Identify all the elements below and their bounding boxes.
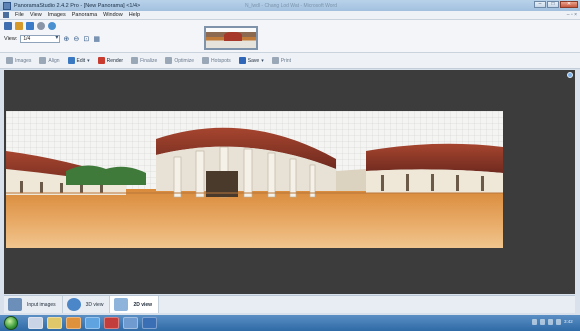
tab-3d-view-label: 3D view: [85, 301, 104, 308]
align-icon: [39, 57, 47, 64]
view-zoom-row: View: 1/4 ⊕ ⊖ ⊡ ▦: [4, 35, 100, 43]
menu-help[interactable]: Help: [129, 12, 140, 18]
tab-3d-view[interactable]: 3D view: [63, 296, 111, 313]
edit-button[interactable]: Edit ▾: [67, 57, 90, 64]
taskbar-app-folder[interactable]: [47, 317, 62, 329]
network-icon[interactable]: [556, 319, 561, 325]
document-icon[interactable]: [3, 12, 9, 18]
maximize-button[interactable]: □: [547, 1, 559, 8]
globe-icon[interactable]: [48, 22, 56, 30]
tab-input-images[interactable]: Input images: [4, 296, 63, 313]
edit-icon: [67, 57, 75, 64]
save-icon[interactable]: [26, 22, 34, 30]
clock[interactable]: 3:42: [564, 319, 576, 325]
panorama-drawing: [6, 111, 503, 248]
view-select[interactable]: 1/4: [20, 35, 61, 43]
finalize-button[interactable]: Finalize: [131, 57, 157, 64]
close-button[interactable]: ✕: [560, 1, 578, 8]
taskbar-app-ie[interactable]: [85, 317, 100, 329]
taskbar-app-panoramastudio[interactable]: [142, 317, 157, 329]
save-button[interactable]: Save ▾: [238, 57, 264, 64]
file-toolbar: [4, 22, 56, 30]
workflow-bar: Images Align Edit ▾ Render Finalize Opti…: [0, 53, 580, 69]
hotspots-label: Hotspots: [211, 57, 231, 64]
hotspots-icon: [202, 57, 210, 64]
menu-view[interactable]: View: [30, 12, 42, 18]
align-label: Align: [48, 57, 60, 64]
menu-panorama[interactable]: Panorama: [72, 12, 97, 18]
panorama-image[interactable]: [6, 111, 503, 248]
grid-view-icon: [114, 298, 129, 311]
panorama-canvas[interactable]: [4, 70, 575, 294]
courtyard-floor: [6, 189, 503, 248]
save-menu-caret[interactable]: ▾: [261, 58, 264, 64]
menu-file[interactable]: File: [15, 12, 24, 18]
mdi-controls[interactable]: – ▫ ×: [567, 12, 577, 18]
edit-menu-caret[interactable]: ▾: [87, 58, 90, 64]
optimize-label: Optimize: [174, 57, 195, 64]
minimize-button[interactable]: –: [534, 1, 546, 8]
panorama-thumbnail[interactable]: [204, 26, 258, 50]
save-label: Save: [247, 57, 260, 64]
images-button[interactable]: Images: [6, 57, 31, 64]
view-label: View:: [4, 36, 18, 42]
optimize-icon: [165, 57, 173, 64]
render-label: Render: [106, 57, 124, 64]
taskbar-app-explorer[interactable]: [28, 317, 43, 329]
hotspots-button[interactable]: Hotspots: [202, 57, 231, 64]
taskbar-app-firefox[interactable]: [66, 317, 81, 329]
save-panorama-icon: [238, 57, 246, 64]
zoom-fit-icon[interactable]: ⊡: [83, 36, 90, 43]
finalize-label: Finalize: [140, 57, 158, 64]
window-title: PanoramaStudio 2.4.2 Pro - [New Panorama…: [14, 2, 141, 9]
menu-window[interactable]: Window: [103, 12, 123, 18]
render-icon: [97, 57, 105, 64]
side-wing: [336, 169, 366, 191]
tab-2d-view[interactable]: 2D view: [110, 296, 160, 313]
tab-input-images-label: Input images: [27, 301, 56, 308]
windows-taskbar: 3:42: [0, 315, 580, 331]
print-icon: [271, 57, 279, 64]
menu-images[interactable]: Images: [48, 12, 66, 18]
open-icon[interactable]: [15, 22, 23, 30]
render-button[interactable]: Render: [97, 57, 124, 64]
volume-icon[interactable]: [548, 319, 553, 325]
new-icon[interactable]: [4, 22, 12, 30]
app-icon: [3, 1, 11, 10]
finalize-icon: [131, 57, 139, 64]
thumbnail-temple: [224, 32, 242, 41]
zoom-in-icon[interactable]: ⊕: [63, 36, 70, 43]
start-button[interactable]: [4, 316, 18, 330]
zoom-out-icon[interactable]: ⊖: [73, 36, 80, 43]
navigator-knob[interactable]: [567, 72, 573, 78]
images-icon: [6, 57, 13, 64]
sphere-icon: [66, 298, 81, 311]
print-button[interactable]: Print: [271, 57, 291, 64]
optimize-button[interactable]: Optimize: [165, 57, 194, 64]
align-button[interactable]: Align: [39, 57, 60, 64]
print-label: Print: [280, 57, 291, 64]
title-bar: PanoramaStudio 2.4.2 Pro - [New Panorama…: [0, 0, 580, 11]
system-tray: 3:42: [532, 319, 576, 325]
view-tab-bar: Input images 3D view 2D view: [4, 295, 575, 313]
taskbar-apps: [28, 317, 157, 329]
zoom-100-icon[interactable]: ▦: [93, 36, 100, 43]
tab-2d-view-label: 2D view: [133, 301, 153, 308]
edit-label: Edit: [76, 57, 86, 64]
background-window-title: N_lwdl - Chang Lod Wat - Microsoft Word: [245, 2, 337, 9]
settings-icon[interactable]: [37, 22, 45, 30]
input-images-icon: [8, 298, 22, 311]
taskbar-app-word[interactable]: [123, 317, 138, 329]
right-gallery-roof: [366, 143, 503, 173]
tray-icon[interactable]: [532, 319, 537, 325]
tray-icon[interactable]: [540, 319, 545, 325]
window-controls: – □ ✕: [534, 1, 578, 8]
main-toolbar: View: 1/4 ⊕ ⊖ ⊡ ▦: [0, 20, 580, 53]
taskbar-app-media[interactable]: [104, 317, 119, 329]
images-label: Images: [15, 57, 32, 64]
menu-bar: File View Images Panorama Window Help – …: [0, 11, 580, 20]
